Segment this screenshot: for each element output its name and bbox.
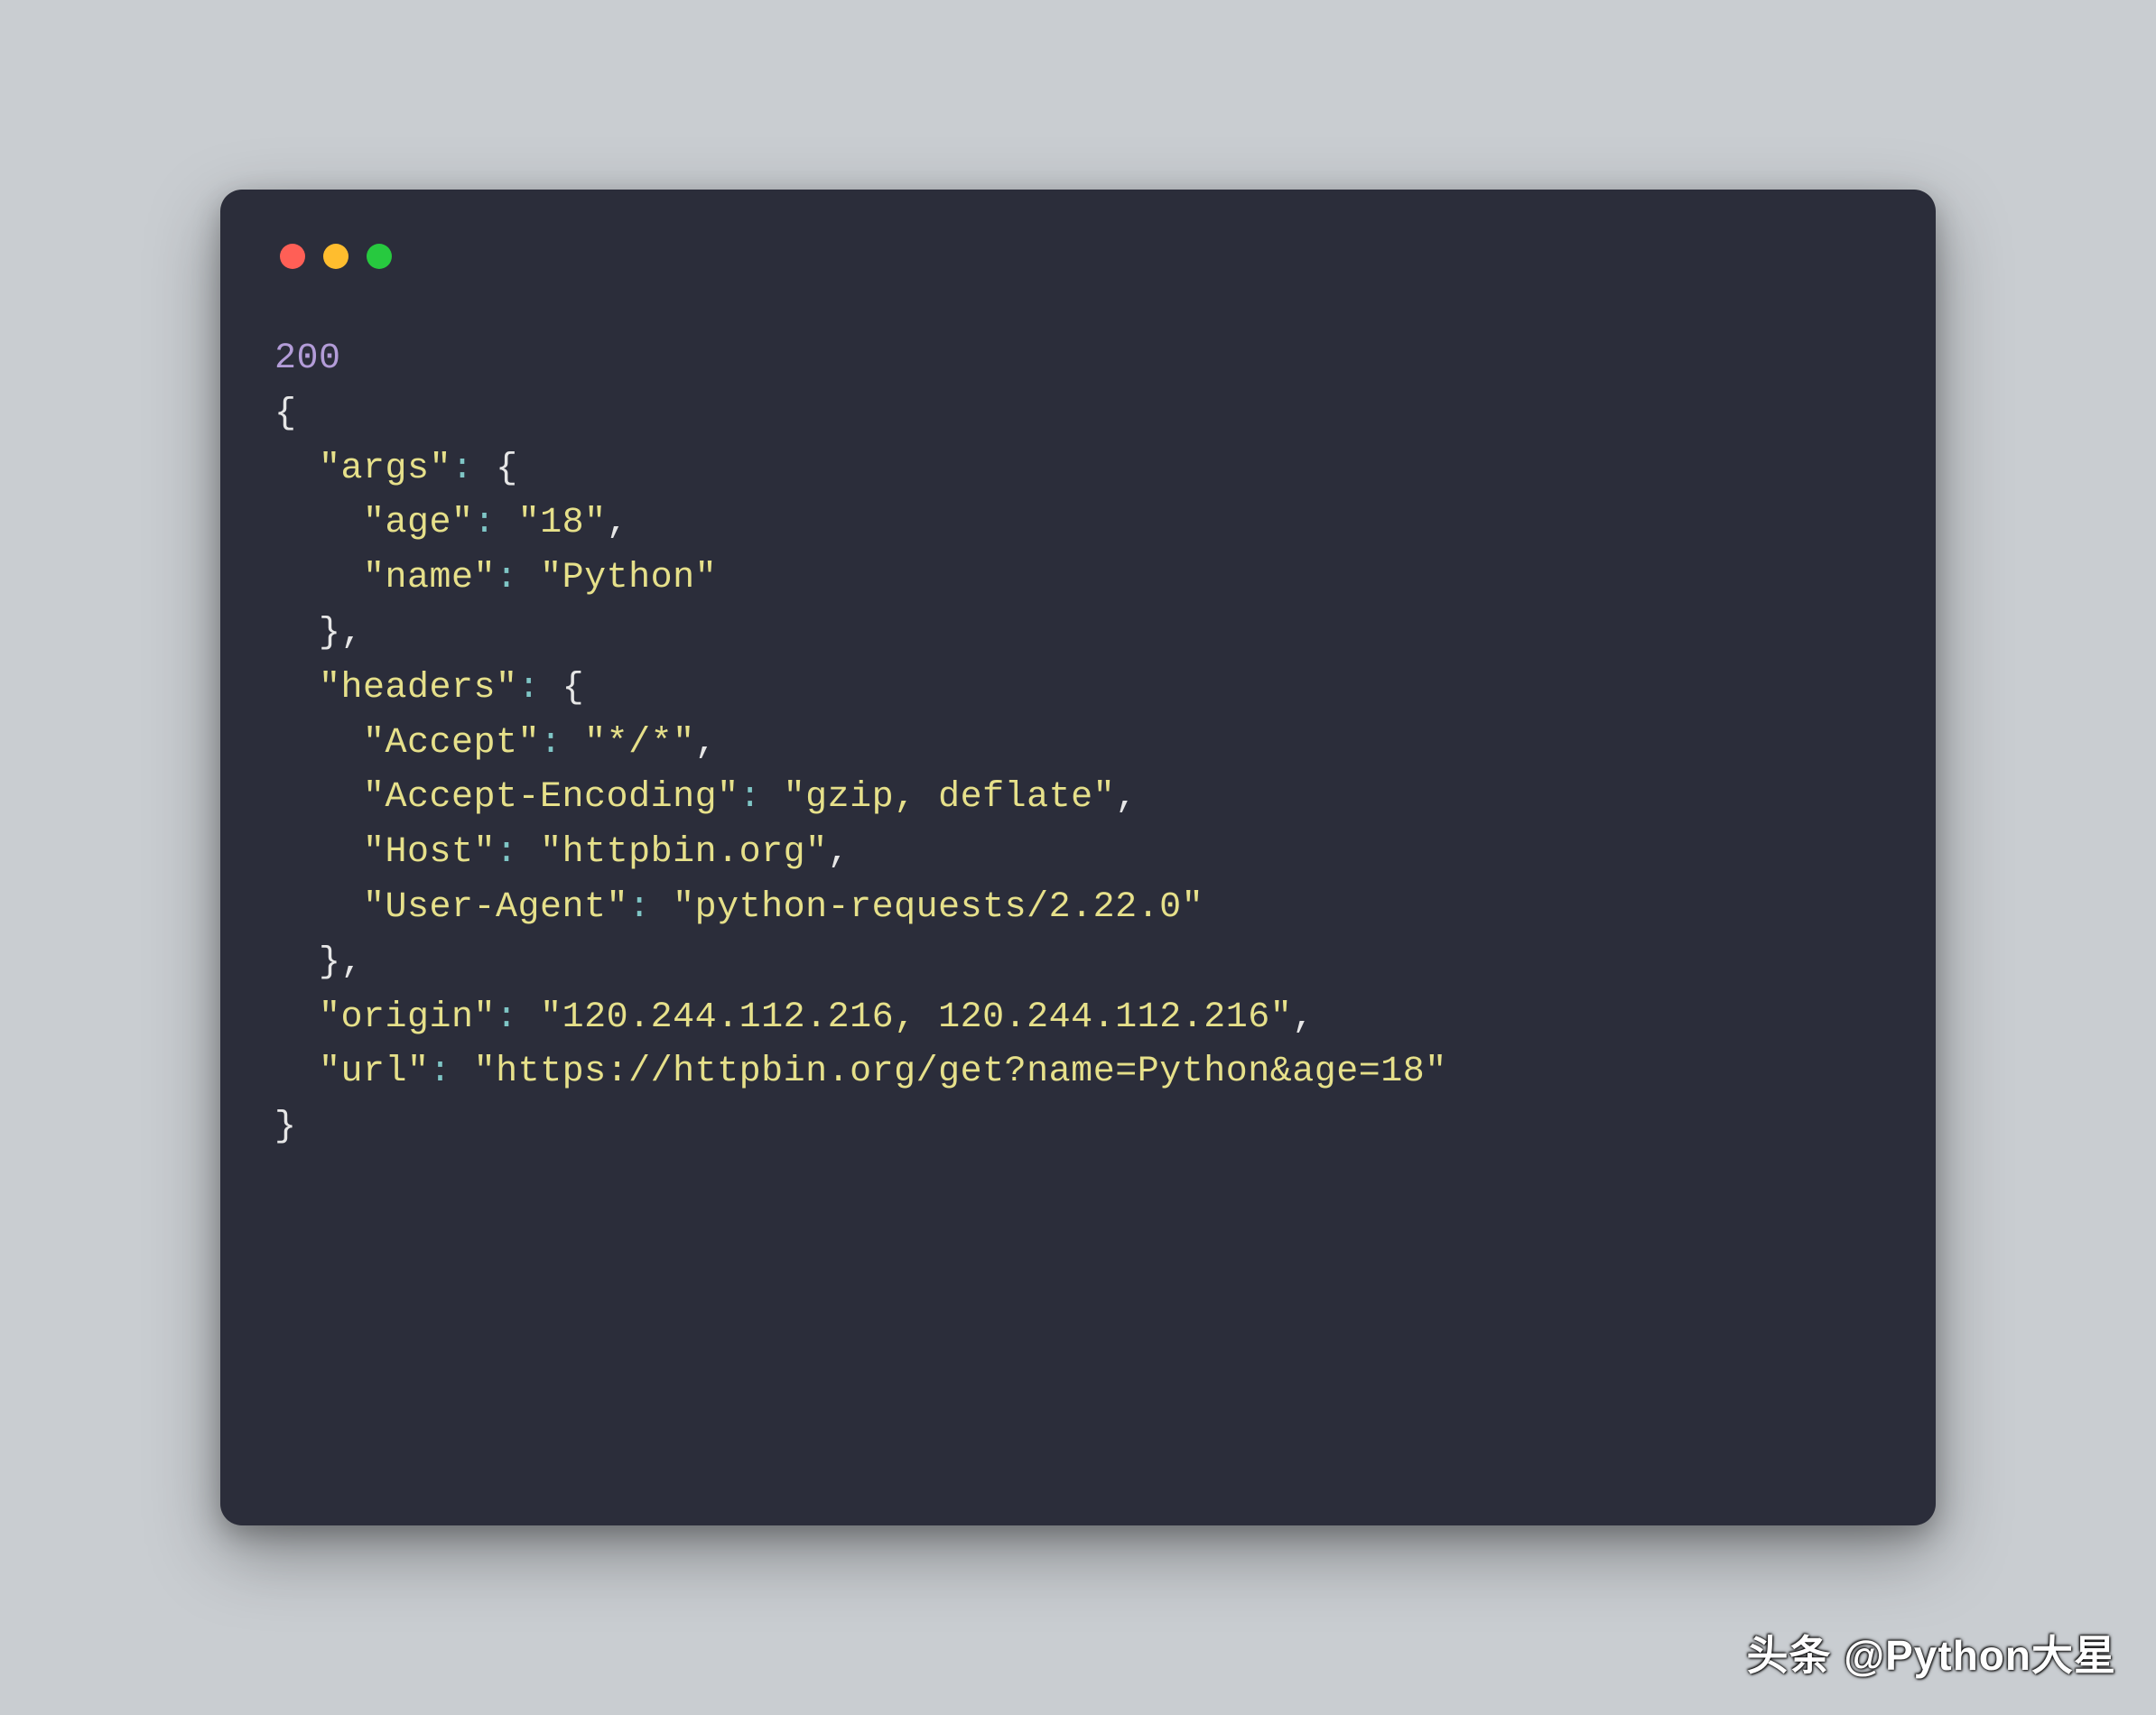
brace-open: { <box>562 668 585 709</box>
colon: : <box>496 558 518 598</box>
key-headers: "headers" <box>319 668 518 709</box>
key-origin: "origin" <box>319 997 496 1038</box>
comma: , <box>1115 777 1138 818</box>
val-name: "Python" <box>540 558 717 598</box>
indent <box>274 997 319 1038</box>
indent <box>274 668 319 709</box>
key-host: "Host" <box>363 832 496 873</box>
comma: , <box>828 832 850 873</box>
colon: : <box>496 832 518 873</box>
indent <box>274 777 363 818</box>
brace-close: } <box>274 1107 297 1147</box>
colon: : <box>739 777 762 818</box>
colon: : <box>496 997 518 1038</box>
key-age: "age" <box>363 503 474 543</box>
comma: , <box>695 723 718 764</box>
indent <box>274 887 363 928</box>
key-accept: "Accept" <box>363 723 540 764</box>
brace-open: { <box>496 449 518 489</box>
colon: : <box>628 887 651 928</box>
watermark-text: 头条 @Python大星 <box>1746 1623 2116 1683</box>
terminal-window: 200 { "args": { "age": "18", "name": "Py… <box>220 190 1936 1525</box>
val-accept: "*/*" <box>584 723 695 764</box>
indent <box>274 1052 319 1092</box>
colon: : <box>451 449 474 489</box>
comma: , <box>607 503 629 543</box>
comma: , <box>341 942 364 983</box>
brace-close: } <box>319 942 341 983</box>
val-age: "18" <box>518 503 607 543</box>
traffic-lights <box>280 244 1882 269</box>
indent <box>274 942 319 983</box>
comma: , <box>1292 997 1315 1038</box>
comma: , <box>341 613 364 654</box>
zoom-icon[interactable] <box>367 244 392 269</box>
indent <box>274 832 363 873</box>
colon: : <box>430 1052 452 1092</box>
indent <box>274 503 363 543</box>
status-code: 200 <box>274 338 341 379</box>
indent <box>274 613 319 654</box>
colon: : <box>518 668 541 709</box>
val-accept-encoding: "gzip, deflate" <box>784 777 1116 818</box>
key-name: "name" <box>363 558 496 598</box>
indent <box>274 558 363 598</box>
key-user-agent: "User-Agent" <box>363 887 628 928</box>
brace-close: } <box>319 613 341 654</box>
key-url: "url" <box>319 1052 430 1092</box>
val-user-agent: "python-requests/2.22.0" <box>673 887 1203 928</box>
code-output: 200 { "args": { "age": "18", "name": "Py… <box>274 332 1882 1155</box>
colon: : <box>540 723 562 764</box>
minimize-icon[interactable] <box>323 244 348 269</box>
val-url: "https://httpbin.org/get?name=Python&age… <box>474 1052 1447 1092</box>
brace-open: { <box>274 394 297 434</box>
key-args: "args" <box>319 449 451 489</box>
indent <box>274 723 363 764</box>
key-accept-encoding: "Accept-Encoding" <box>363 777 739 818</box>
val-origin: "120.244.112.216, 120.244.112.216" <box>540 997 1292 1038</box>
indent <box>274 449 319 489</box>
val-host: "httpbin.org" <box>540 832 828 873</box>
close-icon[interactable] <box>280 244 305 269</box>
colon: : <box>474 503 497 543</box>
